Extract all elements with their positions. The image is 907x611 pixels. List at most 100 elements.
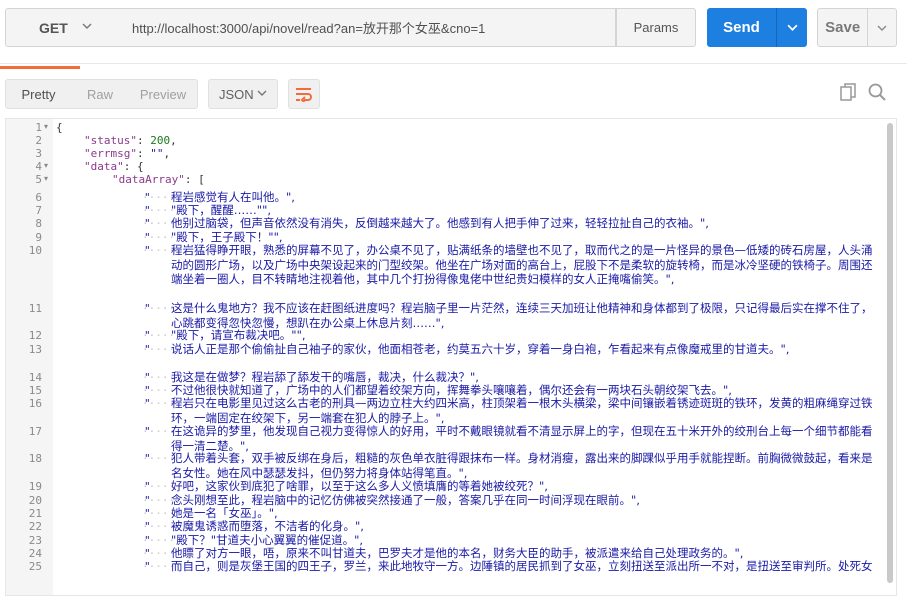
paragraph-string: "殿下，请宣布裁决吧。"",: [171, 328, 306, 342]
paragraph-string: 在这诡异的梦里，他发现自己视力变得惊人的好用，平时不戴眼镜就看不清显示屏上的字，…: [171, 424, 873, 453]
wrap-lines-button[interactable]: [288, 79, 320, 109]
code-line: "status": 200,: [84, 134, 177, 147]
string-quote: ": [144, 204, 151, 217]
string-quote: ": [144, 425, 151, 438]
paragraph-string: 他别过脑袋，但声音依然没有消失，反倒越来越大了。他感到有人把手伸了过来，轻轻拉扯…: [171, 216, 709, 230]
string-quote: ": [144, 191, 151, 204]
chevron-down-icon: [82, 23, 92, 29]
format-select[interactable]: JSON: [208, 79, 278, 109]
string-quote: ": [144, 480, 151, 493]
line-number: 19: [28, 480, 42, 493]
wrap-icon: [296, 88, 312, 102]
line-number: 1: [35, 121, 42, 134]
string-quote: ": [144, 329, 151, 342]
paragraph-string: 程岩猛得睁开眼，熟悉的屏幕不见了，办公桌不见了，贴满纸条的墙壁也不见了，取而代之…: [171, 243, 873, 286]
fold-arrow-icon[interactable]: ▾: [44, 122, 48, 131]
code-line: "dataArray": [: [112, 173, 205, 186]
paragraph-string: 而自己，则是灰堡王国的四王子，罗兰，来此地牧守一方。边陲镇的居民抓到了女巫，立刻…: [171, 559, 873, 575]
chevron-down-icon: [257, 90, 267, 96]
paragraph-string: 说话人正是那个偷偷扯自己袖子的家伙，他面相苍老，约莫五六十岁，穿着一身白袍，乍看…: [171, 342, 790, 356]
string-quote: ": [144, 343, 151, 356]
line-number: 5: [35, 173, 42, 186]
line-number: 12: [28, 329, 42, 342]
line-number: 17: [28, 425, 42, 438]
json-value: 200: [150, 134, 171, 147]
method-label: GET: [39, 19, 68, 36]
json-value: "": [150, 147, 164, 160]
code-line: "data": {: [84, 160, 144, 173]
line-number: 8: [35, 217, 42, 230]
line-number: 14: [28, 371, 42, 384]
chevron-down-icon: [877, 25, 887, 31]
json-key: "dataArray": [112, 173, 185, 186]
line-number: 10: [28, 244, 42, 257]
json-key: "status": [84, 134, 137, 147]
send-label: Send: [723, 19, 760, 36]
string-quote: ": [144, 547, 151, 560]
save-options-button[interactable]: [868, 23, 896, 33]
paragraph-string: 犯人带着头套，双手被反绑在身后，粗糙的灰色单衣脏得跟抹布一样。身材消瘦，露出来的…: [171, 451, 873, 480]
active-tab-indicator: [0, 66, 80, 69]
line-number: 24: [28, 547, 42, 560]
string-quote: ": [144, 231, 151, 244]
string-quote: ": [144, 384, 151, 397]
divider: [0, 63, 907, 64]
url-input[interactable]: http://localhost:3000/api/novel/read?an=…: [122, 8, 616, 47]
line-number: 2: [35, 134, 42, 147]
json-key: "data": [84, 160, 124, 173]
tab-pretty[interactable]: Pretty: [6, 80, 71, 108]
tab-raw[interactable]: Raw: [71, 80, 129, 108]
line-number: 13: [28, 343, 42, 356]
scrollbar[interactable]: [884, 119, 896, 595]
params-button[interactable]: Params: [616, 8, 696, 47]
scrollbar-thumb[interactable]: [887, 123, 893, 583]
url-text: http://localhost:3000/api/novel/read?an=…: [132, 21, 486, 36]
line-number: 21: [28, 507, 42, 520]
response-body-editor[interactable]: 1 ▾ { 2 "status": 200, 3 "errmsg": "", 4…: [5, 118, 897, 596]
paragraph-string: 好吧，这家伙到底犯了啥罪，以至于这么多人义愤填膺的等着她被绞死？",: [171, 479, 548, 493]
line-number: 15: [28, 384, 42, 397]
line-number: 22: [28, 520, 42, 533]
string-quote: ": [144, 244, 151, 257]
line-number: 9: [35, 231, 42, 244]
string-quote: ": [144, 534, 151, 547]
tab-preview[interactable]: Preview: [129, 80, 197, 108]
format-label: JSON: [219, 86, 254, 102]
paragraph-string: 程岩只在电影里见过这么古老的刑具—两边立柱大约四米高，柱顶架着一根木头横梁，梁中…: [171, 396, 873, 425]
string-quote: ": [144, 520, 151, 533]
string-quote: ": [144, 494, 151, 507]
line-number: 16: [28, 397, 42, 410]
json-key: "errmsg": [84, 147, 137, 160]
request-bar: GET http://localhost:3000/api/novel/read…: [0, 0, 907, 56]
save-button[interactable]: Save: [817, 8, 897, 47]
line-number: 25: [28, 560, 42, 573]
code-line: "errmsg": "",: [84, 147, 171, 160]
params-label: Params: [633, 20, 679, 35]
paragraph-string: 这是什么鬼地方？我不应该在赶图纸进度吗？程岩脑子里一片茫然，连续三天加班让他精神…: [171, 301, 873, 330]
fold-arrow-icon[interactable]: ▾: [44, 161, 48, 170]
chevron-down-icon: [786, 24, 798, 31]
copy-icon[interactable]: [838, 82, 858, 102]
paragraph-string: 被魔鬼诱惑而堕落，不洁者的化身。",: [171, 519, 364, 533]
string-quote: ": [144, 217, 151, 230]
line-number: 4: [35, 160, 42, 173]
fold-arrow-icon[interactable]: ▾: [44, 174, 48, 183]
string-quote: ": [144, 302, 151, 315]
code-line: {: [56, 121, 63, 134]
line-number: 6: [35, 191, 42, 204]
string-quote: ": [144, 397, 151, 410]
search-icon[interactable]: [867, 82, 887, 102]
string-quote: ": [144, 507, 151, 520]
string-quote: ": [144, 452, 151, 465]
string-quote: ": [144, 560, 151, 573]
line-number: 20: [28, 494, 42, 507]
method-select[interactable]: GET: [5, 8, 123, 47]
send-options-button[interactable]: [777, 22, 807, 33]
line-number: 7: [35, 204, 42, 217]
line-number: 3: [35, 147, 42, 160]
line-number: 23: [28, 534, 42, 547]
send-button[interactable]: Send: [707, 8, 807, 47]
line-number: 11: [28, 302, 42, 315]
string-quote: ": [144, 371, 151, 384]
view-tabs: Pretty Raw Preview: [5, 79, 198, 109]
